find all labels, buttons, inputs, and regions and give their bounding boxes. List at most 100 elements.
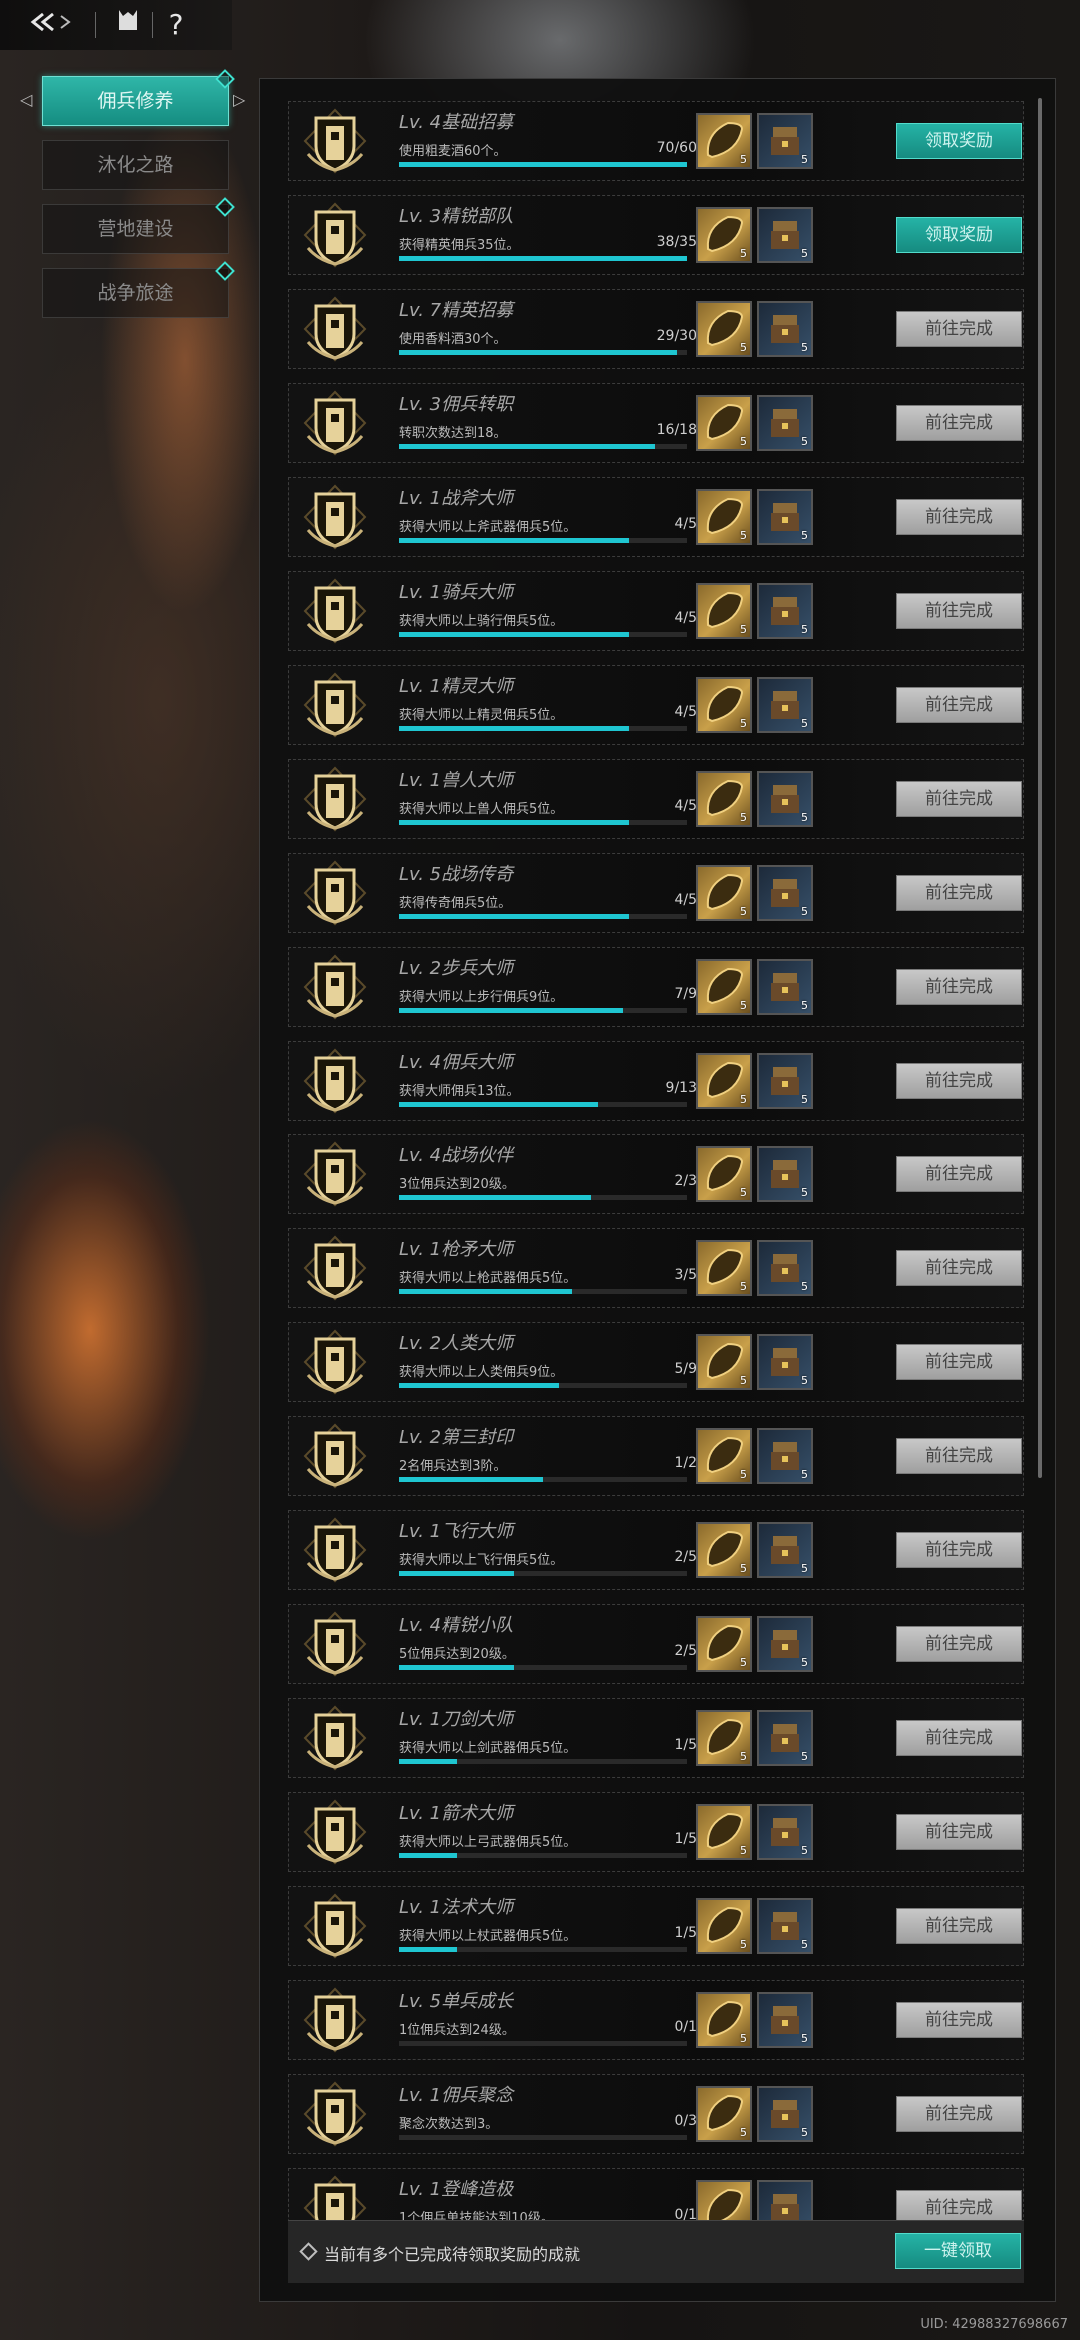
go-complete-button[interactable]: 前往完成 [896, 781, 1022, 817]
achievement-row: Lv. 2步兵大师 获得大师以上步行佣兵9位。 7/9 5 5 前往完成 [288, 947, 1024, 1027]
progress-bar [399, 632, 687, 637]
reward-chest-icon[interactable]: 5 [757, 1146, 813, 1202]
reward-leaf-icon[interactable]: 5 [696, 583, 752, 639]
achievement-title: Lv. 1骑兵大师 [399, 582, 514, 603]
double-chevron-icon[interactable] [22, 6, 82, 44]
reward-leaf-icon[interactable]: 5 [696, 865, 752, 921]
go-complete-button[interactable]: 前往完成 [896, 1250, 1022, 1286]
go-complete-button[interactable]: 前往完成 [896, 1156, 1022, 1192]
reward-chest-icon[interactable]: 5 [757, 1428, 813, 1484]
reward-leaf-icon[interactable]: 5 [696, 1334, 752, 1390]
reward-leaf-icon[interactable]: 5 [696, 1146, 752, 1202]
go-complete-button[interactable]: 前往完成 [896, 1720, 1022, 1756]
reward-leaf-icon[interactable]: 5 [696, 395, 752, 451]
reward-chest-icon[interactable]: 5 [757, 1710, 813, 1766]
progress-count: 29/30 [656, 328, 697, 344]
progress-bar [399, 726, 687, 731]
reward-chest-icon[interactable]: 5 [757, 959, 813, 1015]
reward-leaf-icon[interactable]: 5 [696, 489, 752, 545]
shield-emblem-icon [302, 1235, 368, 1301]
nav-tab-mercenary-training[interactable]: 佣兵修养 [42, 76, 229, 126]
go-complete-button[interactable]: 前往完成 [896, 1063, 1022, 1099]
reward-chest-icon[interactable]: 5 [757, 1992, 813, 2048]
achievement-title: Lv. 7精英招募 [399, 300, 514, 321]
shield-emblem-icon [302, 2081, 368, 2147]
reward-chest-icon[interactable]: 5 [757, 113, 813, 169]
reward-chest-icon[interactable]: 5 [757, 1804, 813, 1860]
reward-chest-icon[interactable]: 5 [757, 677, 813, 733]
progress-bar [399, 1759, 687, 1764]
achievement-title: Lv. 1战斧大师 [399, 488, 514, 509]
reward-leaf-icon[interactable]: 5 [696, 1240, 752, 1296]
achievement-title: Lv. 1登峰造极 [399, 2179, 514, 2200]
go-complete-button[interactable]: 前往完成 [896, 499, 1022, 535]
go-complete-button[interactable]: 前往完成 [896, 311, 1022, 347]
helmet-icon[interactable] [108, 6, 148, 44]
achievement-row: Lv. 4战场伙伴 3位佣兵达到20级。 2/3 5 5 前往完成 [288, 1134, 1024, 1214]
reward-chest-icon[interactable]: 5 [757, 489, 813, 545]
go-complete-button[interactable]: 前往完成 [896, 875, 1022, 911]
help-icon[interactable]: ? [158, 6, 194, 44]
reward-chest-icon[interactable]: 5 [757, 1616, 813, 1672]
reward-leaf-icon[interactable]: 5 [696, 1710, 752, 1766]
arrow-right-icon[interactable]: ▷ [233, 90, 245, 109]
reward-chest-icon[interactable]: 5 [757, 2086, 813, 2142]
reward-leaf-icon[interactable]: 5 [696, 1992, 752, 2048]
achievement-row: Lv. 5战场传奇 获得传奇佣兵5位。 4/5 5 5 前往完成 [288, 853, 1024, 933]
reward-chest-icon[interactable]: 5 [757, 583, 813, 639]
scrollbar[interactable] [1038, 98, 1042, 1478]
reward-leaf-icon[interactable]: 5 [696, 1804, 752, 1860]
progress-bar [399, 1008, 687, 1013]
shield-emblem-icon [302, 1423, 368, 1489]
progress-count: 2/5 [674, 1549, 697, 1565]
progress-count: 1/5 [674, 1831, 697, 1847]
nav-tab-road[interactable]: 沐化之路 [42, 140, 229, 190]
reward-chest-icon[interactable]: 5 [757, 1240, 813, 1296]
go-complete-button[interactable]: 前往完成 [896, 1438, 1022, 1474]
reward-leaf-icon[interactable]: 5 [696, 1428, 752, 1484]
go-complete-button[interactable]: 前往完成 [896, 2096, 1022, 2132]
nav-tab-war-journey[interactable]: 战争旅途 [42, 268, 229, 318]
achievement-desc: 获得大师以上兽人佣兵5位。 [399, 802, 564, 817]
reward-chest-icon[interactable]: 5 [757, 395, 813, 451]
go-complete-button[interactable]: 前往完成 [896, 593, 1022, 629]
reward-leaf-icon[interactable]: 5 [696, 113, 752, 169]
reward-chest-icon[interactable]: 5 [757, 771, 813, 827]
reward-chest-icon[interactable]: 5 [757, 865, 813, 921]
reward-chest-icon[interactable]: 5 [757, 301, 813, 357]
claim-reward-button[interactable]: 领取奖励 [896, 123, 1022, 159]
go-complete-button[interactable]: 前往完成 [896, 1344, 1022, 1380]
progress-count: 2/3 [674, 1173, 697, 1189]
reward-leaf-icon[interactable]: 5 [696, 1898, 752, 1954]
claim-reward-button[interactable]: 领取奖励 [896, 217, 1022, 253]
reward-leaf-icon[interactable]: 5 [696, 1053, 752, 1109]
reward-leaf-icon[interactable]: 5 [696, 959, 752, 1015]
go-complete-button[interactable]: 前往完成 [896, 1626, 1022, 1662]
reward-leaf-icon[interactable]: 5 [696, 771, 752, 827]
reward-chest-icon[interactable]: 5 [757, 1522, 813, 1578]
reward-leaf-icon[interactable]: 5 [696, 1522, 752, 1578]
reward-leaf-icon[interactable]: 5 [696, 677, 752, 733]
go-complete-button[interactable]: 前往完成 [896, 2002, 1022, 2038]
nav-tab-camp-building[interactable]: 营地建设 [42, 204, 229, 254]
reward-chest-icon[interactable]: 5 [757, 207, 813, 263]
go-complete-button[interactable]: 前往完成 [896, 405, 1022, 441]
progress-bar [399, 2041, 687, 2046]
reward-leaf-icon[interactable]: 5 [696, 1616, 752, 1672]
go-complete-button[interactable]: 前往完成 [896, 1814, 1022, 1850]
arrow-left-icon[interactable]: ◁ [20, 90, 32, 109]
go-complete-button[interactable]: 前往完成 [896, 687, 1022, 723]
progress-count: 7/9 [674, 986, 697, 1002]
reward-leaf-icon[interactable]: 5 [696, 2086, 752, 2142]
claim-all-button[interactable]: 一键领取 [895, 2233, 1021, 2269]
shield-emblem-icon [302, 1517, 368, 1583]
reward-leaf-icon[interactable]: 5 [696, 207, 752, 263]
reward-leaf-icon[interactable]: 5 [696, 301, 752, 357]
reward-chest-icon[interactable]: 5 [757, 1898, 813, 1954]
reward-chest-icon[interactable]: 5 [757, 1334, 813, 1390]
go-complete-button[interactable]: 前往完成 [896, 1532, 1022, 1568]
go-complete-button[interactable]: 前往完成 [896, 1908, 1022, 1944]
reward-chest-icon[interactable]: 5 [757, 1053, 813, 1109]
shield-emblem-icon [302, 1329, 368, 1395]
go-complete-button[interactable]: 前往完成 [896, 969, 1022, 1005]
